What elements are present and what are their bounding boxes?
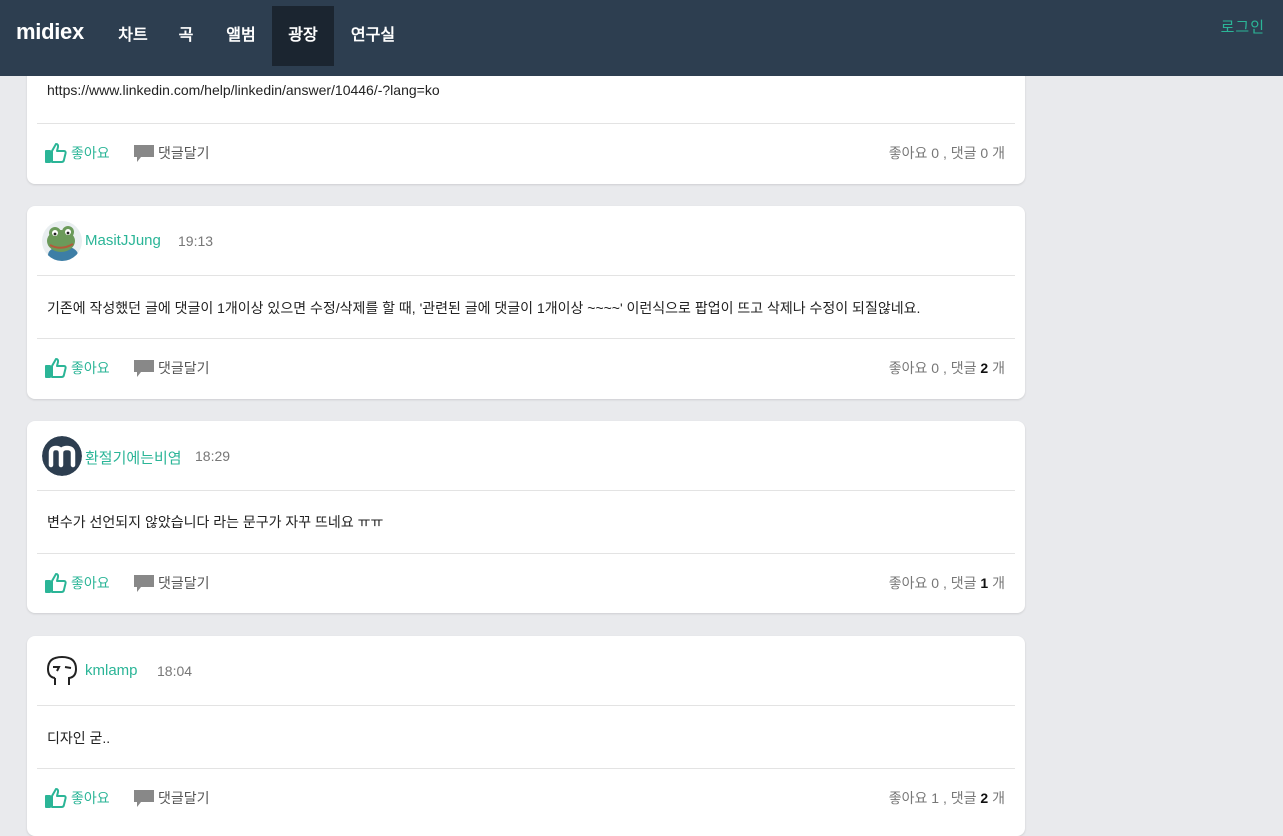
like-button[interactable]: 좋아요	[45, 787, 110, 809]
post-stats: 좋아요 1 , 댓글 2 개	[888, 790, 1005, 806]
like-label: 좋아요	[71, 145, 110, 161]
thumbs-up-icon	[45, 573, 67, 593]
post-time: 19:13	[178, 233, 214, 249]
comment-label: 댓글달기	[158, 145, 210, 161]
comment-button[interactable]: 댓글달기	[133, 572, 210, 594]
thumbs-up-icon	[45, 358, 67, 378]
author-name[interactable]: MasitJJung	[85, 232, 161, 249]
post-header: MasitJJung 19:13	[37, 206, 1015, 276]
post-stats: 좋아요 0 , 댓글 1 개	[888, 575, 1005, 591]
comment-label: 댓글달기	[158, 575, 210, 591]
avatar[interactable]	[42, 436, 82, 476]
like-button[interactable]: 좋아요	[45, 572, 110, 594]
post-actions: 좋아요 댓글달기 좋아요 0 , 댓글 0 개	[37, 123, 1015, 183]
doodle-face-avatar-icon	[42, 651, 82, 691]
post-actions: 좋아요 댓글달기 좋아요 0 , 댓글 2 개	[37, 338, 1015, 398]
thumbs-up-icon	[45, 143, 67, 163]
post-content: 디자인 굳..	[47, 730, 111, 746]
post-time: 18:04	[157, 663, 193, 679]
comment-button[interactable]: 댓글달기	[133, 787, 210, 809]
post-content: 기존에 작성했던 글에 댓글이 1개이상 있으면 수정/삭제를 할 때, '관련…	[47, 300, 921, 316]
speech-bubble-icon	[134, 360, 154, 377]
post-actions: 좋아요 댓글달기 좋아요 1 , 댓글 2 개	[37, 768, 1015, 828]
like-label: 좋아요	[71, 790, 110, 806]
nav-album[interactable]: 앨범	[212, 6, 270, 66]
like-count: 0	[931, 360, 940, 376]
like-label: 좋아요	[71, 360, 110, 376]
author-name[interactable]: kmlamp	[85, 662, 138, 679]
like-count: 0	[931, 145, 940, 161]
post-actions: 좋아요 댓글달기 좋아요 0 , 댓글 1 개	[37, 553, 1015, 613]
like-button[interactable]: 좋아요	[45, 357, 110, 379]
frog-avatar-icon	[42, 221, 82, 261]
author-name[interactable]: 환절기에는비염	[85, 447, 182, 468]
speech-bubble-icon	[134, 145, 154, 162]
like-label: 좋아요	[71, 575, 110, 591]
post-card: MasitJJung 19:13 기존에 작성했던 글에 댓글이 1개이상 있으…	[27, 206, 1025, 399]
post-stats: 좋아요 0 , 댓글 0 개	[888, 145, 1005, 161]
avatar[interactable]	[42, 651, 82, 691]
nav-lab[interactable]: 연구실	[338, 6, 408, 66]
like-count: 0	[931, 575, 940, 591]
nav-plaza[interactable]: 광장	[272, 6, 334, 66]
comment-label: 댓글달기	[158, 790, 210, 806]
post-header: kmlamp 18:04	[37, 636, 1015, 706]
post-stats: 좋아요 0 , 댓글 2 개	[888, 360, 1005, 376]
nav-chart[interactable]: 차트	[104, 6, 162, 66]
comment-button[interactable]: 댓글달기	[133, 142, 210, 164]
post-content: 변수가 선언되지 않았습니다 라는 문구가 자꾸 뜨네요 ㅠㅠ	[47, 514, 384, 530]
post-content: https://www.linkedin.com/help/linkedin/a…	[47, 82, 440, 98]
like-count: 1	[931, 790, 940, 806]
post-card: kmlamp 18:04 디자인 굳.. 좋아요 댓글달기 좋아요 1 , 댓글…	[27, 636, 1025, 836]
login-link[interactable]: 로그인	[1221, 16, 1265, 37]
nav-song[interactable]: 곡	[164, 6, 208, 66]
speech-bubble-icon	[134, 575, 154, 592]
post-card: 환절기에는비염 18:29 변수가 선언되지 않았습니다 라는 문구가 자꾸 뜨…	[27, 421, 1025, 613]
site-logo[interactable]: midiex	[16, 19, 84, 45]
like-button[interactable]: 좋아요	[45, 142, 110, 164]
avatar[interactable]	[42, 221, 82, 261]
speech-bubble-icon	[134, 790, 154, 807]
thumbs-up-icon	[45, 788, 67, 808]
post-header: 환절기에는비염 18:29	[37, 421, 1015, 491]
post-time: 18:29	[195, 448, 231, 464]
comment-button[interactable]: 댓글달기	[133, 357, 210, 379]
comment-label: 댓글달기	[158, 360, 210, 376]
letter-m-avatar-icon	[42, 436, 82, 476]
top-navbar: midiex 차트 곡 앨범 광장 연구실 로그인	[0, 0, 1283, 76]
